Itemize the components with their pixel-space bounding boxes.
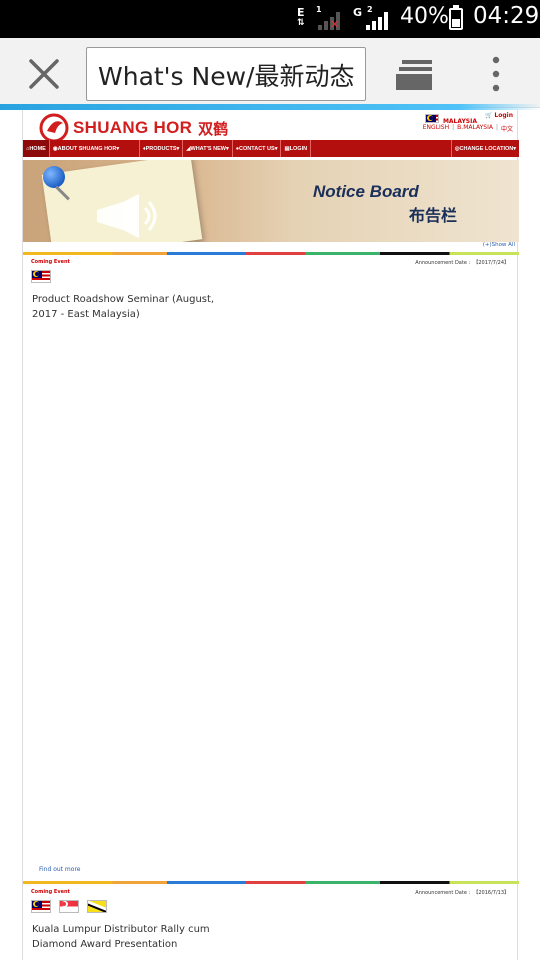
- entry-tag: Coming Event: [31, 259, 70, 265]
- malaysia-flag-icon: [424, 114, 439, 123]
- nav-login[interactable]: ▤ LOGIN: [281, 140, 312, 157]
- megaphone-icon: [97, 194, 157, 238]
- status-bar: E ⇅ 1 ✕ G 2 40% 04:29: [0, 0, 540, 38]
- cart-icon: 🛒: [484, 112, 493, 119]
- network-type-2: G: [353, 6, 363, 19]
- entry-date: Announcement Date : 【2016/7/13】: [415, 890, 509, 896]
- entry-flags: [31, 270, 51, 283]
- login-label: Login: [494, 112, 513, 119]
- nav-about[interactable]: ◉ ABOUT SHUANG HOR ▾: [50, 140, 140, 157]
- malaysia-flag-icon: [31, 270, 51, 283]
- nav-products[interactable]: ♦ PRODUCTS ▾: [140, 140, 184, 157]
- find-out-more-link[interactable]: Find out more: [39, 866, 80, 873]
- malaysia-flag-icon: [31, 900, 51, 913]
- notice-entry: Coming Event Announcement Date : 【2016/7…: [23, 889, 519, 959]
- url-text: What's New/最新动态: [98, 62, 355, 91]
- entry-flags: [31, 900, 107, 913]
- site-logo[interactable]: SHUANG HOR 双鹤: [37, 113, 228, 143]
- close-icon[interactable]: [26, 56, 62, 92]
- clock: 04:29: [473, 3, 540, 29]
- browser-toolbar: What's New/最新动态: [0, 38, 540, 108]
- main-nav: ⌂ HOME ◉ ABOUT SHUANG HOR ▾ ♦ PRODUCTS ▾ ◢ WHA…: [23, 140, 519, 157]
- divider-bar: [23, 252, 519, 255]
- lang-english[interactable]: ENGLISH: [423, 124, 449, 133]
- login-link[interactable]: 🛒 Login: [485, 112, 513, 119]
- entry-title[interactable]: Product Roadshow Seminar (August, 2017 -…: [32, 292, 222, 322]
- nav-contact[interactable]: ● CONTACT US ▾: [233, 140, 282, 157]
- push-pin-icon: [43, 166, 65, 188]
- data-arrows-icon: ⇅: [297, 18, 305, 28]
- tabs-icon[interactable]: [396, 58, 436, 92]
- singapore-flag-icon: [59, 900, 79, 913]
- nav-whats-new[interactable]: ◢ WHAT'S NEW ▾: [183, 140, 233, 157]
- url-bar[interactable]: What's New/最新动态: [86, 47, 366, 101]
- banner-title: Notice Board: [313, 182, 419, 201]
- logo-text: SHUANG HOR: [73, 118, 193, 137]
- language-switcher: ENGLISH | B.MALAYSIA | 中文: [422, 124, 513, 133]
- entry-tag: Coming Event: [31, 889, 70, 895]
- notice-entry: Coming Event Announcement Date : 【2017/7…: [23, 259, 519, 879]
- nav-change-location[interactable]: ◎ CHANGE LOCATION ▾: [450, 140, 519, 157]
- entry-date: Announcement Date : 【2017/7/24】: [415, 260, 509, 266]
- crane-logo-icon: [39, 113, 69, 143]
- divider-bar: [23, 881, 519, 884]
- notice-board-banner: Notice Board 布告栏: [23, 160, 519, 242]
- web-page: SHUANG HOR 双鹤 MALAYSIA 🛒 Login ENGLISH |…: [22, 110, 519, 960]
- battery-percent: 40%: [400, 4, 449, 29]
- overflow-menu-icon[interactable]: [486, 56, 506, 92]
- logo-chinese-text: 双鹤: [198, 119, 229, 138]
- brunei-flag-icon: [87, 900, 107, 913]
- entry-title[interactable]: Kuala Lumpur Distributor Rally cum Diamo…: [32, 922, 222, 952]
- signal-2-icon: [366, 10, 388, 30]
- lang-chinese[interactable]: 中文: [501, 124, 513, 133]
- lang-malay[interactable]: B.MALAYSIA: [457, 124, 493, 133]
- banner-title-chinese: 布告栏: [409, 206, 458, 225]
- nav-home[interactable]: ⌂ HOME: [23, 140, 50, 157]
- show-all-link[interactable]: (+)Show All: [483, 242, 515, 248]
- battery-icon: [449, 5, 463, 30]
- no-signal-icon: ✕: [330, 18, 340, 31]
